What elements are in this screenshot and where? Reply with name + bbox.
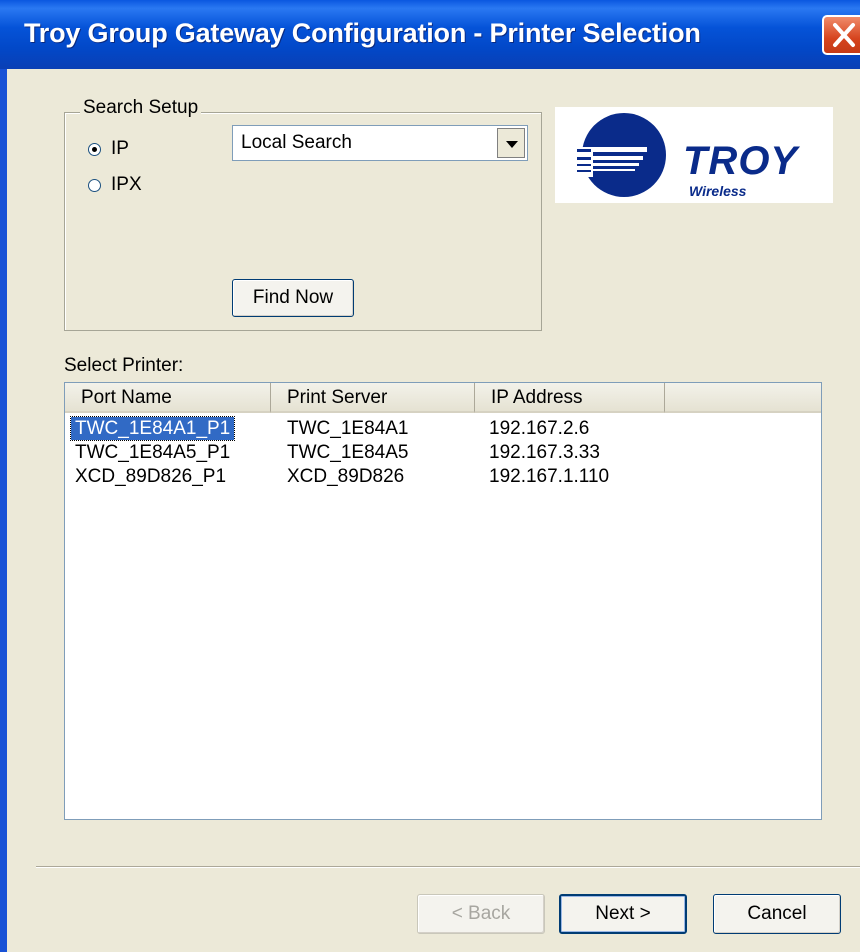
cell-port: XCD_89D826_P1 [75, 466, 227, 487]
radio-ip-dot[interactable] [88, 142, 101, 156]
column-ip-address[interactable]: IP Address [475, 383, 665, 413]
window-frame [0, 69, 7, 952]
search-mode-select[interactable]: Local Search [232, 125, 528, 161]
logo-tagline: Wireless [689, 183, 747, 199]
find-now-button[interactable]: Find Now [232, 279, 354, 317]
radio-ipx-label: IPX [111, 174, 142, 195]
cell-port: TWC_1E84A5_P1 [75, 442, 231, 463]
cell-server: TWC_1E84A1 [287, 418, 409, 439]
cell-ip: 192.167.1.110 [489, 466, 610, 487]
radio-ipx-dot[interactable] [88, 178, 101, 192]
chevron-down-icon[interactable] [497, 128, 525, 158]
cell-server: TWC_1E84A5 [287, 442, 409, 463]
footer-separator [36, 866, 860, 868]
radio-ip[interactable]: IP [88, 138, 129, 160]
column-empty [665, 383, 821, 413]
cell-port: TWC_1E84A1_P1 [69, 416, 236, 441]
title-bar[interactable]: Troy Group Gateway Configuration - Print… [0, 0, 860, 69]
column-print-server[interactable]: Print Server [271, 383, 475, 413]
cell-ip: 192.167.3.33 [489, 442, 600, 463]
search-setup-legend: Search Setup [80, 97, 202, 119]
logo-brand: TROY [683, 139, 799, 183]
select-printer-label: Select Printer: [64, 355, 184, 376]
cell-ip: 192.167.2.6 [489, 418, 590, 439]
radio-ipx[interactable]: IPX [88, 174, 142, 196]
table-row[interactable]: TWC_1E84A5_P1 TWC_1E84A5 192.167.3.33 [65, 441, 821, 464]
close-icon [833, 23, 855, 47]
cancel-button[interactable]: Cancel [713, 894, 841, 934]
search-mode-value: Local Search [241, 132, 352, 153]
troy-logo: TROY Wireless [555, 107, 833, 203]
table-row[interactable]: TWC_1E84A1_P1 TWC_1E84A1 192.167.2.6 [65, 416, 821, 441]
back-button[interactable]: < Back [417, 894, 545, 934]
printer-list[interactable]: Port Name Print Server IP Address TWC_1E… [64, 382, 822, 820]
list-header: Port Name Print Server IP Address [65, 383, 821, 413]
table-row[interactable]: XCD_89D826_P1 XCD_89D826 192.167.1.110 [65, 465, 821, 488]
dialog-window: Troy Group Gateway Configuration - Print… [0, 0, 860, 952]
next-button[interactable]: Next > [559, 894, 687, 934]
column-port-name[interactable]: Port Name [65, 383, 271, 413]
window-title: Troy Group Gateway Configuration - Print… [24, 18, 701, 48]
close-button[interactable] [822, 15, 860, 55]
cell-server: XCD_89D826 [287, 466, 405, 487]
radio-ip-label: IP [111, 138, 129, 159]
